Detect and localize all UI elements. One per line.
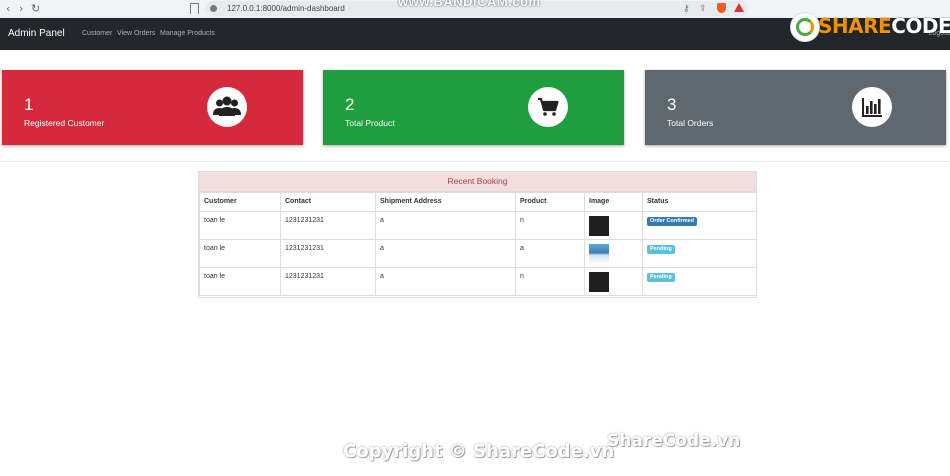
share-icon[interactable]: ⇪ bbox=[699, 3, 707, 14]
cell-contact: 1231231231 bbox=[280, 239, 376, 268]
reload-icon[interactable]: ↻ bbox=[31, 2, 40, 16]
cell-status: Pending bbox=[642, 239, 757, 268]
product-thumbnail bbox=[589, 244, 609, 264]
cell-address: a bbox=[375, 267, 516, 296]
product-thumbnail bbox=[589, 272, 609, 292]
cell-product: n bbox=[515, 211, 585, 240]
stat-card-total-orders: 3 Total Orders bbox=[645, 70, 946, 145]
section-divider bbox=[0, 161, 950, 162]
product-thumbnail bbox=[589, 216, 609, 236]
stat-card-total-product: 2 Total Product bbox=[323, 70, 624, 145]
brave-rewards-icon[interactable] bbox=[734, 3, 744, 12]
forward-icon[interactable]: › bbox=[19, 2, 23, 16]
logo-emblem bbox=[790, 12, 820, 42]
nav-link-manage-products[interactable]: Manage Products bbox=[160, 30, 215, 37]
column-header-product: Product bbox=[515, 192, 585, 212]
stat-label: Registered Customer bbox=[24, 118, 105, 128]
key-icon[interactable]: ⚷ bbox=[683, 3, 690, 14]
table-row: toan le 1231231231 a a Pending bbox=[199, 239, 757, 268]
stat-value: 1 bbox=[24, 95, 34, 114]
table-row: toan le 1231231231 a n Order Confirmed bbox=[199, 211, 757, 240]
recorder-watermark: www.BANDICAM.com bbox=[398, 0, 541, 9]
cell-customer: toan le bbox=[199, 267, 281, 296]
bookmark-icon[interactable] bbox=[190, 3, 199, 14]
nav-link-view-orders[interactable]: View Orders bbox=[117, 30, 155, 37]
back-icon[interactable]: ‹ bbox=[6, 2, 10, 16]
stat-value: 2 bbox=[345, 95, 355, 114]
panel-title: Recent Booking bbox=[199, 172, 756, 192]
brave-shield-icon[interactable] bbox=[717, 3, 726, 13]
cell-contact: 1231231231 bbox=[280, 211, 376, 240]
table-header-row: Customer Contact Shipment Address Produc… bbox=[199, 192, 757, 212]
cart-icon bbox=[528, 87, 568, 127]
cell-status: Order Confirmed bbox=[642, 211, 757, 240]
status-badge: Order Confirmed bbox=[647, 217, 698, 226]
copyright-watermark: Copyright © ShareCode.vn bbox=[343, 441, 615, 462]
cell-customer: toan le bbox=[199, 211, 281, 240]
url-text: 127.0.0.1:8000/admin-dashboard bbox=[227, 4, 345, 13]
cell-contact: 1231231231 bbox=[280, 267, 376, 296]
cell-address: a bbox=[375, 239, 516, 268]
column-header-customer: Customer bbox=[199, 192, 281, 212]
bar-chart-icon bbox=[852, 87, 892, 127]
recent-booking-panel: Recent Booking Customer Contact Shipment… bbox=[198, 171, 757, 298]
cell-image bbox=[584, 239, 643, 268]
sharecode-logo: SHARECODE.vn bbox=[790, 12, 950, 44]
cell-customer: toan le bbox=[199, 239, 281, 268]
users-icon bbox=[207, 87, 247, 127]
booking-table: Customer Contact Shipment Address Produc… bbox=[199, 192, 757, 296]
stat-card-registered-customer: 1 Registered Customer bbox=[2, 70, 303, 145]
stat-label: Total Product bbox=[345, 118, 395, 128]
site-info-icon[interactable] bbox=[210, 5, 217, 12]
cell-image bbox=[584, 267, 643, 296]
brand-title[interactable]: Admin Panel bbox=[8, 28, 65, 39]
status-badge: Pending bbox=[647, 273, 675, 282]
column-header-address: Shipment Address bbox=[375, 192, 516, 212]
column-header-image: Image bbox=[584, 192, 643, 212]
stat-value: 3 bbox=[667, 95, 677, 114]
nav-link-customer[interactable]: Customer bbox=[82, 30, 112, 37]
cell-address: a bbox=[375, 211, 516, 240]
status-badge: Pending bbox=[647, 245, 675, 254]
cell-product: a bbox=[515, 239, 585, 268]
column-header-contact: Contact bbox=[280, 192, 376, 212]
stat-label: Total Orders bbox=[667, 118, 714, 128]
table-row: toan le 1231231231 a n Pending bbox=[199, 267, 757, 296]
cell-product: n bbox=[515, 267, 585, 296]
logo-text: SHARECODE.vn bbox=[818, 14, 950, 38]
cell-image bbox=[584, 211, 643, 240]
cell-status: Pending bbox=[642, 267, 757, 296]
column-header-status: Status bbox=[642, 192, 757, 212]
site-watermark: ShareCode.vn bbox=[607, 431, 741, 451]
